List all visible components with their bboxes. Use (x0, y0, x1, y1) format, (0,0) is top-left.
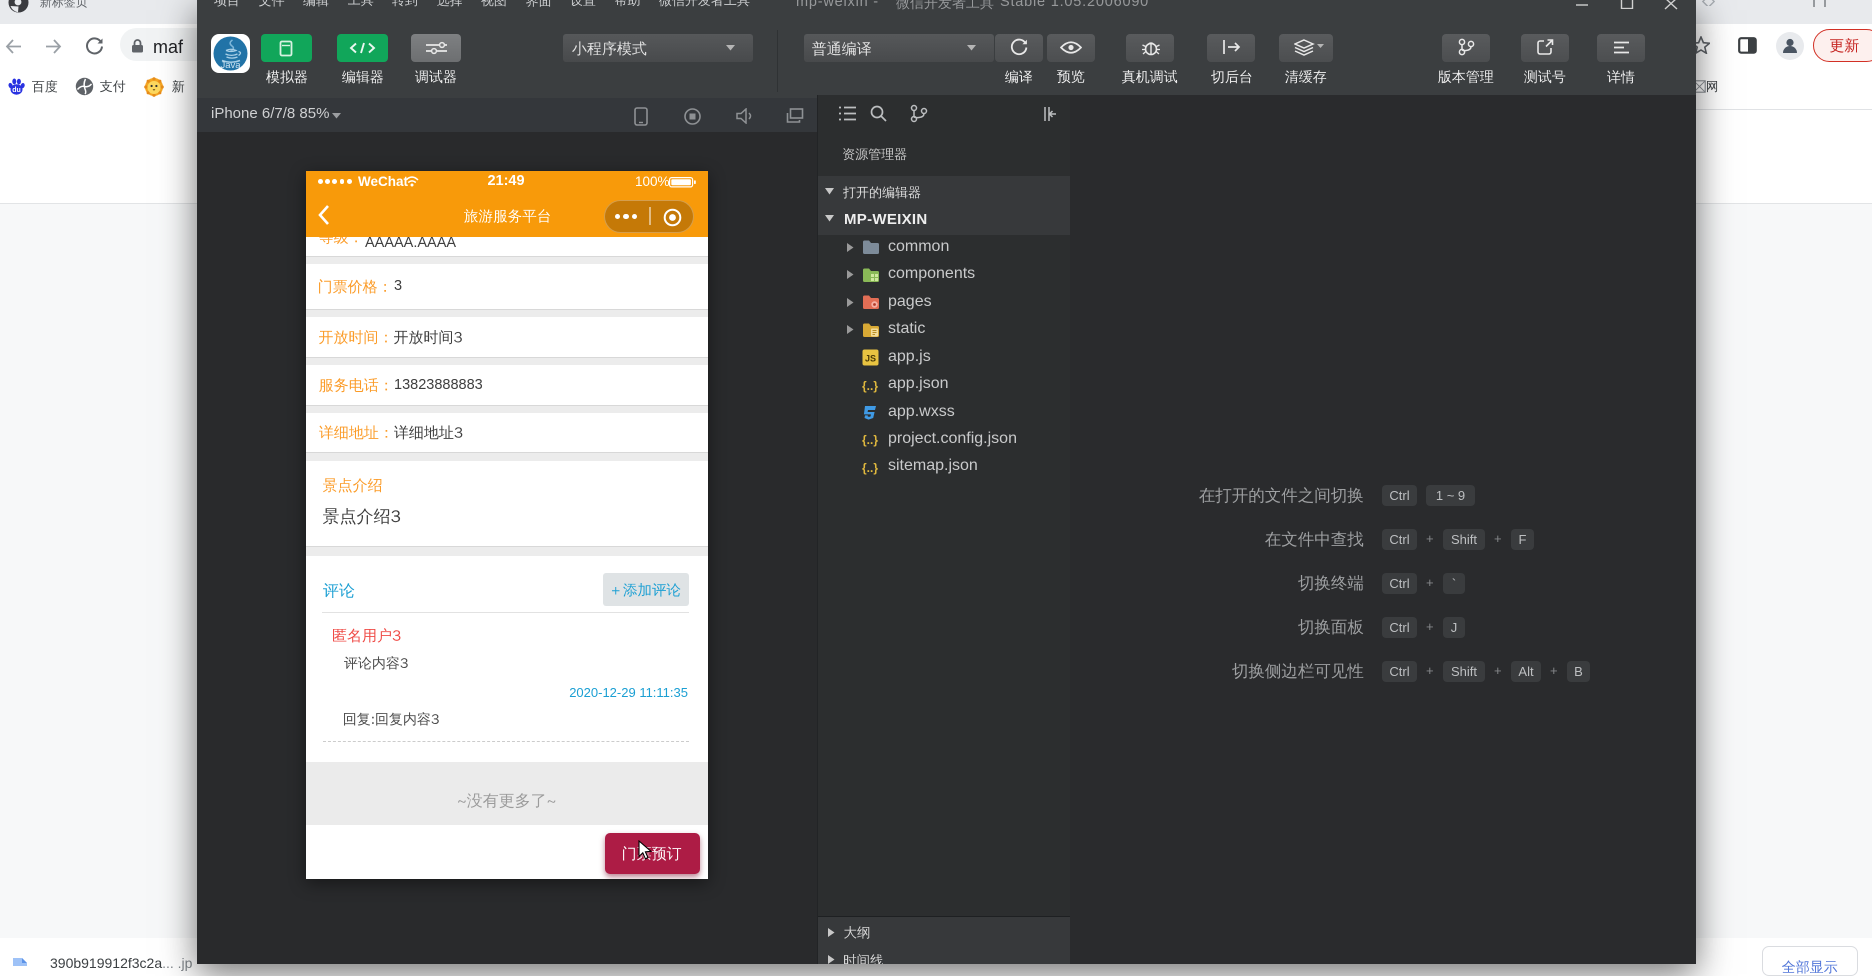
svg-text:{..}: {..} (862, 433, 878, 447)
svg-text:JS: JS (865, 354, 876, 364)
svg-text:Java: Java (220, 60, 241, 71)
svg-text:du: du (12, 87, 21, 94)
svg-text:{..}: {..} (862, 379, 878, 393)
svg-text:{..}: {..} (862, 461, 878, 475)
